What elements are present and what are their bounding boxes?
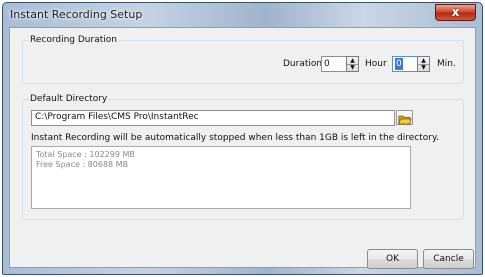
title-bar[interactable]: Instant Recording Setup x <box>3 3 482 27</box>
folder-open-icon <box>398 115 412 125</box>
directory-path-value: C:\Program Files\CMS Pro\InstantRec <box>35 112 199 122</box>
cancel-button[interactable]: Cancle <box>423 249 474 269</box>
disk-space-info-box: Total Space : 102299 MB Free Space : 806… <box>31 146 411 209</box>
free-space-text: Free Space : 80688 MB <box>36 160 129 169</box>
recording-duration-label: Recording Duration <box>29 34 118 46</box>
min-value: 0 <box>395 58 403 70</box>
total-space-text: Total Space : 102299 MB <box>36 150 135 159</box>
hour-value: 0 <box>324 59 330 69</box>
hour-label: Hour <box>365 59 387 69</box>
duration-label: Duration <box>283 59 323 69</box>
dialog-client-area: Recording Duration Duration 0 ▲ ▼ Hour 0… <box>9 27 476 269</box>
min-input[interactable]: 0 <box>392 56 418 72</box>
window-title: Instant Recording Setup <box>10 8 143 21</box>
min-down-arrow-icon[interactable]: ▼ <box>418 64 429 71</box>
default-directory-label: Default Directory <box>29 93 109 105</box>
min-spinner[interactable]: ▲ ▼ <box>417 56 430 72</box>
hour-spinner[interactable]: ▲ ▼ <box>346 56 359 72</box>
dialog-window: Instant Recording Setup x Recording Dura… <box>2 2 483 275</box>
default-directory-group: Default Directory C:\Program Files\CMS P… <box>22 93 464 220</box>
close-icon: x <box>451 5 460 19</box>
ok-button[interactable]: OK <box>367 249 418 269</box>
auto-stop-notice: Instant Recording will be automatically … <box>31 133 439 143</box>
min-label: Min. <box>437 59 456 69</box>
recording-duration-group: Recording Duration Duration 0 ▲ ▼ Hour 0… <box>22 34 464 84</box>
hour-input[interactable]: 0 <box>321 56 347 72</box>
close-button[interactable]: x <box>435 4 476 21</box>
browse-folder-button[interactable] <box>396 110 413 125</box>
directory-path-field[interactable]: C:\Program Files\CMS Pro\InstantRec <box>31 110 395 126</box>
hour-down-arrow-icon[interactable]: ▼ <box>347 64 358 71</box>
